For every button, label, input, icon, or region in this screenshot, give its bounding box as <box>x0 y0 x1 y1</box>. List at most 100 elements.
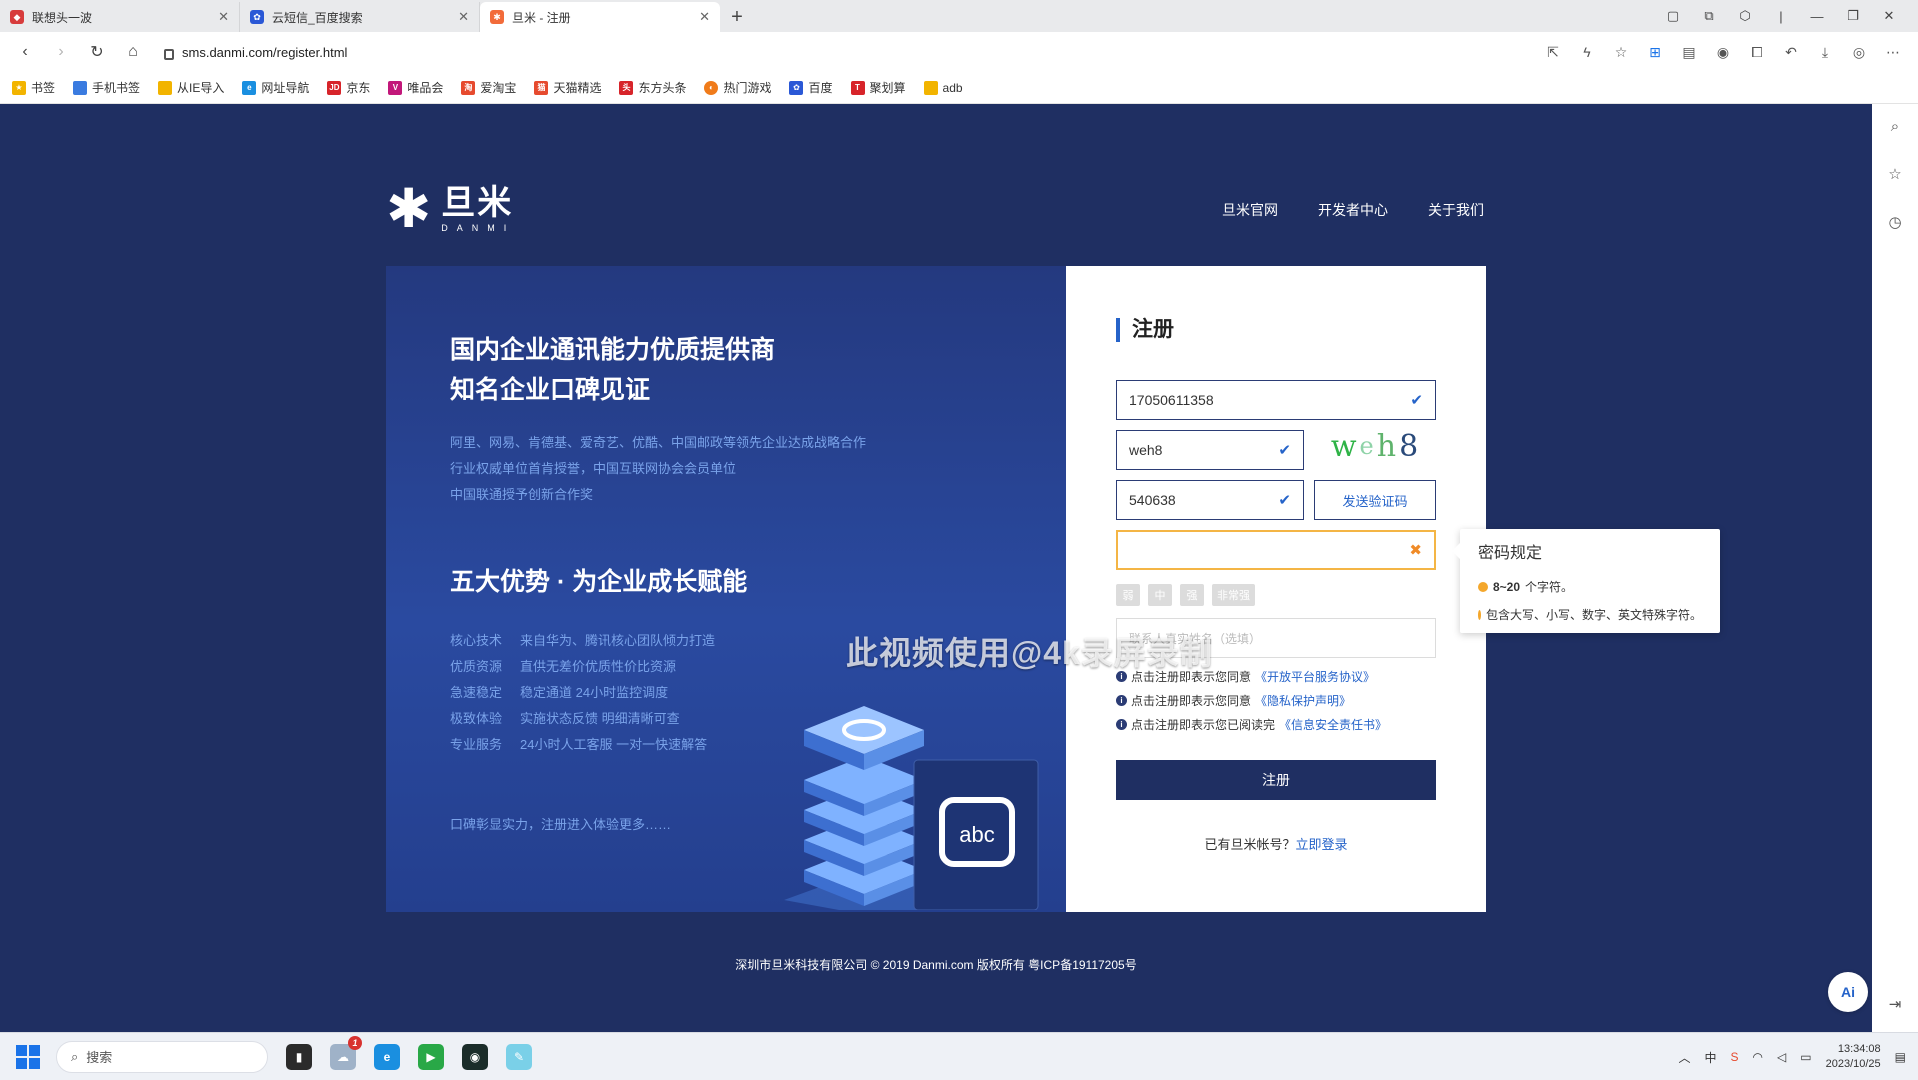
strength-medium: 中 <box>1148 584 1172 606</box>
password-rules-tooltip: 密码规定 8~20 个字符。 包含大写、小写、数字、英文特殊字符。 <box>1452 529 1720 633</box>
tab-1[interactable]: ✿ 云短信_百度搜索 ✕ <box>240 2 480 32</box>
collapse-sidebar-icon[interactable]: ⇥ <box>1881 990 1909 1018</box>
phone-field[interactable]: 17050611358 ✔ <box>1116 380 1436 420</box>
promo-desc-line: 行业权威单位首肯授誉，中国互联网协会会员单位 <box>450 461 737 476</box>
privacy-statement-link[interactable]: 《隐私保护声明》 <box>1255 692 1351 709</box>
url-field[interactable]: sms.danmi.com/register.html <box>154 37 1532 67</box>
bookmark-label: 手机书签 <box>92 81 141 95</box>
feature-value: 实施状态反馈 明细清晰可查 <box>520 711 680 726</box>
task-view-icon[interactable]: ▮ <box>286 1043 312 1070</box>
lightning-icon[interactable]: ϟ <box>1572 37 1602 67</box>
taobao-icon: 淘 <box>461 80 476 95</box>
nav-developer-center[interactable]: 开发者中心 <box>1318 200 1388 220</box>
weather-cloud-icon[interactable]: ☁ 1 <box>330 1035 362 1070</box>
jd-icon: JD <box>327 80 342 95</box>
close-window-icon[interactable]: ✕ <box>1874 8 1904 24</box>
bookmark-3[interactable]: e 网址导航 <box>242 79 309 96</box>
history-clock-icon[interactable]: ◷ <box>1881 208 1909 236</box>
send-code-button[interactable]: 发送验证码 <box>1314 480 1436 520</box>
nav-official-site[interactable]: 旦米官网 <box>1222 200 1278 220</box>
lock-icon <box>164 48 174 60</box>
bookmark-9[interactable]: ◐ 热门游戏 <box>704 79 771 96</box>
login-link[interactable]: 立即登录 <box>1296 837 1348 852</box>
new-tab-button[interactable]: + <box>720 2 754 32</box>
tab-list-icon[interactable]: ▢ <box>1658 8 1688 24</box>
close-tab-icon[interactable]: ✕ <box>218 9 229 25</box>
captcha-field[interactable]: weh8 ✔ <box>1116 430 1304 470</box>
security-responsibility-link[interactable]: 《信息安全责任书》 <box>1279 716 1387 733</box>
tab-0[interactable]: ◆ 联想头一波 ✕ <box>0 2 240 32</box>
more-menu-icon[interactable]: ⋯ <box>1878 37 1908 67</box>
notifications-icon[interactable]: ▤ <box>1895 1050 1906 1064</box>
bullet-icon <box>1478 582 1488 592</box>
register-title: 注册 <box>1116 318 1174 342</box>
screen-recorder-icon[interactable]: ◉ <box>462 1043 488 1070</box>
collections-icon[interactable]: ⧉ <box>1694 8 1724 24</box>
extensions-icon[interactable]: ⬡ <box>1730 8 1760 24</box>
captcha-value: weh8 <box>1129 442 1163 458</box>
minimize-icon[interactable]: — <box>1802 9 1832 24</box>
reader-icon[interactable]: ▤ <box>1674 37 1704 67</box>
tool-app-icon[interactable]: ✎ <box>506 1043 532 1070</box>
favorites-star-icon[interactable]: ☆ <box>1881 160 1909 188</box>
nav-about-us[interactable]: 关于我们 <box>1428 200 1484 220</box>
back-icon[interactable]: ‹ <box>10 37 40 67</box>
clock[interactable]: 13:34:08 2023/10/25 <box>1826 1042 1881 1072</box>
star-icon[interactable]: ☆ <box>1606 37 1636 67</box>
bookmark-12[interactable]: adb <box>923 80 963 95</box>
close-tab-icon[interactable]: ✕ <box>458 9 469 25</box>
bookmark-11[interactable]: T 聚划算 <box>850 79 906 96</box>
account-icon[interactable]: ◎ <box>1844 37 1874 67</box>
download-icon[interactable]: ⤓ <box>1810 37 1840 67</box>
server-stack-icon <box>804 706 924 906</box>
password-field[interactable]: ✖ <box>1116 530 1436 570</box>
service-agreement-link[interactable]: 《开放平台服务协议》 <box>1255 668 1375 685</box>
browser-app-icon[interactable]: e <box>374 1043 400 1070</box>
bookmark-6[interactable]: 淘爱淘宝 <box>461 79 516 96</box>
taskbar-search[interactable]: ⌕ 搜索 <box>56 1040 268 1073</box>
close-tab-icon[interactable]: ✕ <box>699 9 710 25</box>
undo-icon[interactable]: ↶ <box>1776 37 1806 67</box>
bookmark-label: 东方头条 <box>638 81 687 95</box>
bookmark-10[interactable]: ✿ 百度 <box>789 79 833 96</box>
volume-icon[interactable]: ◁ <box>1777 1050 1786 1064</box>
bookmark-0[interactable]: ★ 书签 <box>12 79 55 96</box>
search-icon[interactable]: ⌕ <box>1881 112 1909 140</box>
promo-more-link: 口碑彰显实力，注册进入体验更多…… <box>450 817 672 832</box>
maximize-icon[interactable]: ❐ <box>1838 8 1868 24</box>
agreement-prefix: 点击注册即表示您同意 <box>1131 694 1252 708</box>
bookmark-7[interactable]: 猫天猫精选 <box>534 79 601 96</box>
tmall-icon: 猫 <box>534 80 549 95</box>
tab-favicon: ◆ <box>10 10 24 24</box>
ime-icon[interactable]: 中 <box>1705 1049 1717 1066</box>
bookmark-5[interactable]: V 唯品会 <box>388 79 443 96</box>
tooltip-rule: 8~20 个字符。 <box>1478 573 1702 601</box>
sogou-icon[interactable]: S <box>1731 1050 1739 1064</box>
vip-icon: V <box>388 80 403 95</box>
wifi-icon[interactable]: ◠ <box>1753 1050 1763 1064</box>
home-icon[interactable]: ⌂ <box>118 37 148 67</box>
profile-ext-icon[interactable]: ◉ <box>1708 37 1738 67</box>
windows-start-icon[interactable] <box>16 1044 40 1069</box>
feature-item: 专业服务 24小时人工客服 一对一快速解答 <box>450 732 715 758</box>
danmi-logo[interactable]: ✱ 旦米 DANMI <box>386 182 515 236</box>
bookmark-4[interactable]: JD 京东 <box>327 79 370 96</box>
share-icon[interactable]: ⇱ <box>1538 37 1568 67</box>
search-icon: ⌕ <box>71 1048 79 1064</box>
media-player-icon[interactable]: ▶ <box>418 1043 444 1070</box>
translate-icon[interactable]: ⊞ <box>1640 37 1670 67</box>
tab-2[interactable]: ✱ 旦米 - 注册 ✕ <box>480 2 720 32</box>
captcha-image[interactable]: w e h 8 <box>1330 428 1422 464</box>
bookmark-8[interactable]: 头东方头条 <box>619 79 686 96</box>
battery-icon[interactable]: ▭ <box>1800 1050 1811 1064</box>
reload-icon[interactable]: ↻ <box>82 37 112 67</box>
bookmark-2[interactable]: 从IE导入 <box>158 79 224 96</box>
puzzle-icon[interactable]: ⧠ <box>1742 37 1772 67</box>
forward-icon[interactable]: › <box>46 37 76 67</box>
game-icon: ◐ <box>704 80 719 95</box>
chevron-up-icon[interactable]: ︿ <box>1678 1049 1690 1066</box>
sms-code-field[interactable]: 540638 ✔ <box>1116 480 1304 520</box>
bookmark-1[interactable]: 手机书签 <box>73 79 140 96</box>
ai-assistant-button[interactable]: Ai <box>1828 972 1868 1012</box>
register-button[interactable]: 注册 <box>1116 760 1436 800</box>
